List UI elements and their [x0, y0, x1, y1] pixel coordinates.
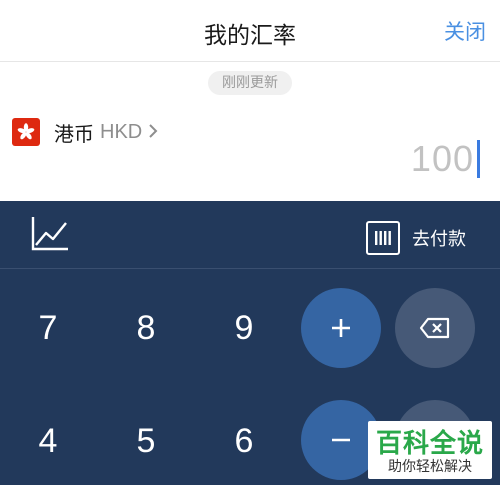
key-6[interactable]: 6 [214, 416, 274, 466]
text-cursor [477, 140, 480, 178]
amount-input[interactable]: 100 [411, 138, 480, 180]
backspace-icon [419, 317, 450, 339]
watermark-subtitle: 助你轻松解决 [388, 459, 472, 475]
plus-icon [332, 319, 350, 337]
key-7[interactable]: 7 [18, 303, 78, 353]
currency-code: HKD [100, 120, 143, 143]
pay-button[interactable]: 去付款 [366, 221, 466, 255]
update-status-badge: 刚刚更新 [208, 71, 292, 95]
key-5[interactable]: 5 [116, 416, 176, 466]
key-4[interactable]: 4 [18, 416, 78, 466]
chevron-right-icon [148, 123, 158, 143]
top-bar: 我的汇率 关闭 [0, 0, 500, 62]
trend-chart-icon[interactable] [30, 215, 70, 253]
page-title: 我的汇率 [204, 23, 296, 49]
currency-selector[interactable]: 港币 HKD [12, 117, 158, 147]
watermark: 百科全说 助你轻松解决 [368, 421, 492, 479]
plus-button[interactable] [301, 288, 381, 368]
watermark-title: 百科全说 [375, 429, 484, 459]
hong-kong-flag-icon [12, 118, 40, 146]
barcode-icon [366, 221, 400, 255]
key-8[interactable]: 8 [116, 303, 176, 353]
keypad-toolbar: 去付款 [0, 201, 500, 269]
amount-value: 100 [410, 138, 474, 179]
backspace-button[interactable] [395, 288, 475, 368]
currency-name: 港币 [54, 121, 94, 146]
minus-icon [332, 438, 350, 442]
key-9[interactable]: 9 [214, 303, 274, 353]
close-button[interactable]: 关闭 [444, 16, 486, 46]
pay-label: 去付款 [412, 229, 466, 250]
